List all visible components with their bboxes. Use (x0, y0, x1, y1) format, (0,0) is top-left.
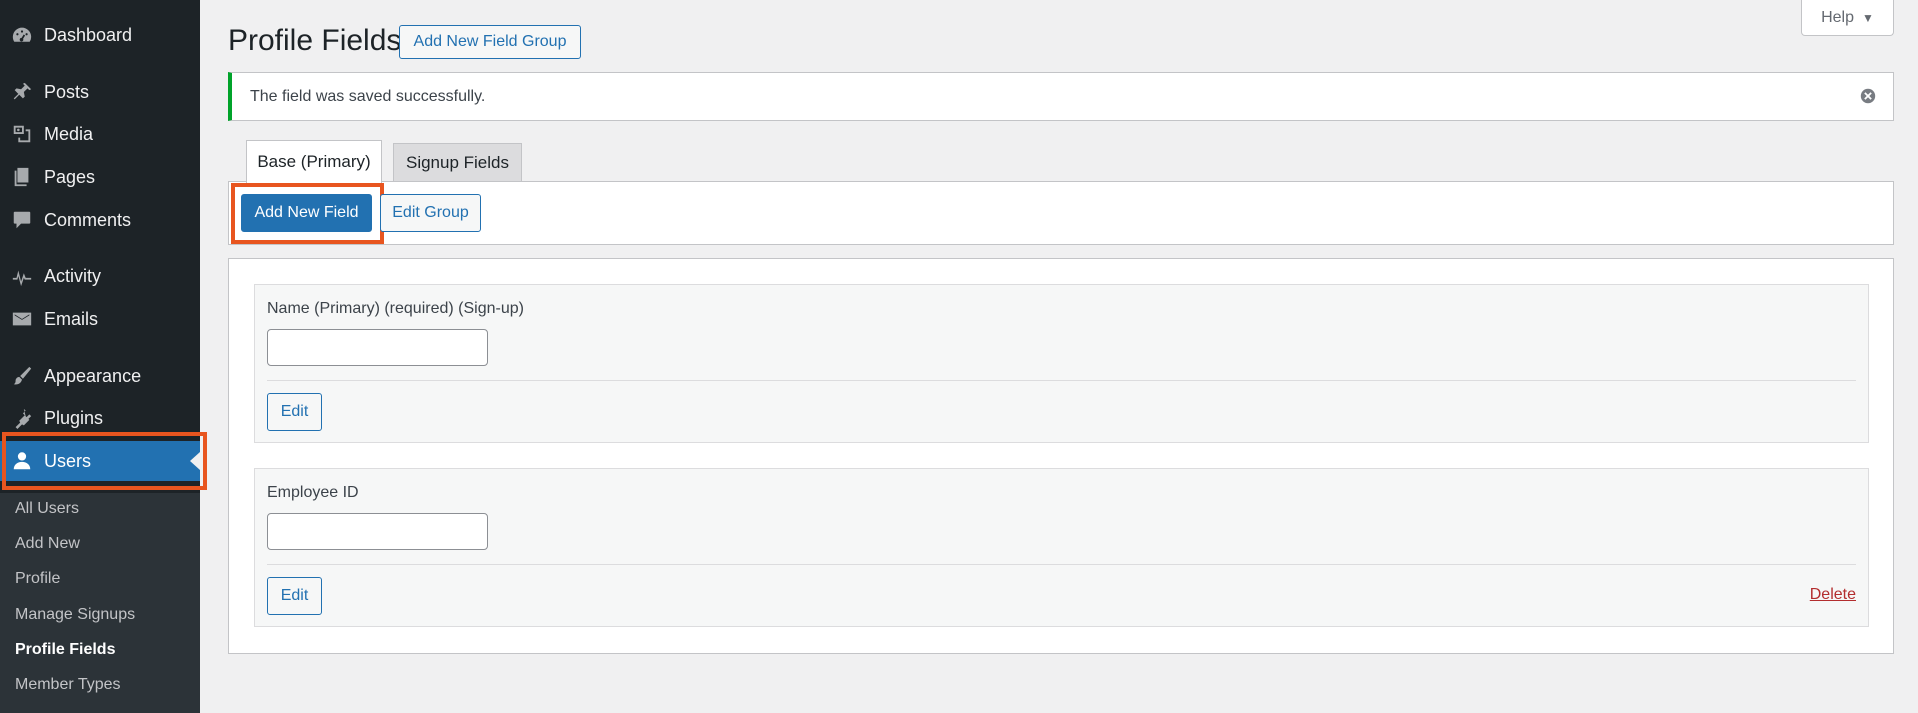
admin-sidebar: Dashboard Posts Media Pages Comments Act… (0, 0, 200, 713)
submenu-item-member-types[interactable]: Member Types (15, 676, 121, 694)
caret-down-icon: ▼ (1862, 10, 1874, 25)
add-new-field-group-button[interactable]: Add New Field Group (399, 25, 581, 59)
sidebar-item-label: Pages (44, 166, 96, 187)
sidebar-item-posts[interactable]: Posts (0, 72, 200, 112)
sidebar-item-media[interactable]: Media (0, 114, 200, 154)
submenu-item-manage-signups[interactable]: Manage Signups (15, 606, 135, 624)
field-divider (267, 380, 1856, 381)
pushpin-icon (10, 80, 34, 104)
tab-base-primary[interactable]: Base (Primary) (246, 140, 382, 183)
sidebar-item-label: Activity (44, 265, 102, 286)
tab-label: Base (Primary) (257, 152, 371, 171)
success-notice: The field was saved successfully. (228, 72, 1894, 121)
field-label: Employee ID (267, 484, 359, 501)
notice-message: The field was saved successfully. (250, 87, 486, 105)
delete-employee-id-link[interactable]: Delete (1810, 586, 1856, 604)
sidebar-item-pages[interactable]: Pages (0, 157, 200, 197)
name-field-input[interactable] (267, 329, 488, 366)
page-title: Profile Fields (228, 24, 402, 57)
sidebar-item-activity[interactable]: Activity (0, 256, 200, 296)
dismiss-icon[interactable] (1859, 87, 1877, 105)
user-icon (10, 449, 34, 473)
edit-group-button[interactable]: Edit Group (380, 194, 481, 232)
sidebar-item-label: Comments (44, 209, 132, 230)
email-icon (10, 307, 34, 331)
submenu-item-all-users[interactable]: All Users (15, 500, 79, 518)
sidebar-item-label: Appearance (44, 365, 142, 386)
add-new-field-button[interactable]: Add New Field (241, 194, 372, 232)
activity-icon (10, 264, 34, 288)
users-submenu: All Users Add New Profile Manage Signups… (0, 493, 200, 713)
edit-employee-id-button[interactable]: Edit (267, 577, 322, 615)
brush-icon (10, 364, 34, 388)
help-label: Help (1821, 8, 1854, 26)
sidebar-item-label: Users (44, 450, 92, 471)
sidebar-item-label: Posts (44, 81, 90, 102)
sidebar-item-users[interactable]: Users (0, 441, 200, 481)
dashboard-icon (10, 23, 34, 47)
field-label: Name (Primary) (required) (Sign-up) (267, 300, 524, 317)
sidebar-item-label: Media (44, 123, 94, 144)
sidebar-item-label: Plugins (44, 407, 104, 428)
tab-label: Signup Fields (405, 153, 509, 172)
sidebar-item-comments[interactable]: Comments (0, 200, 200, 240)
pages-icon (10, 165, 34, 189)
sidebar-item-appearance[interactable]: Appearance (0, 356, 200, 396)
field-divider (267, 564, 1856, 565)
comment-icon (10, 208, 34, 232)
tab-signup-fields[interactable]: Signup Fields (393, 143, 522, 182)
plugin-icon (10, 406, 34, 430)
help-button[interactable]: Help ▼ (1801, 0, 1894, 36)
submenu-item-profile[interactable]: Profile (15, 570, 60, 588)
sidebar-item-label: Emails (44, 308, 99, 329)
employee-id-field-input[interactable] (267, 513, 488, 550)
submenu-item-add-new[interactable]: Add New (15, 535, 80, 553)
field-row-name: Name (Primary) (required) (Sign-up) Edit (254, 284, 1869, 443)
sidebar-item-plugins[interactable]: Plugins (0, 398, 200, 438)
media-icon (10, 122, 34, 146)
submenu-item-profile-fields[interactable]: Profile Fields (15, 641, 115, 659)
sidebar-item-label: Dashboard (44, 24, 133, 45)
sidebar-item-dashboard[interactable]: Dashboard (0, 15, 200, 55)
edit-name-field-button[interactable]: Edit (267, 393, 322, 431)
field-row-employee-id: Employee ID Edit Delete (254, 468, 1869, 627)
sidebar-item-emails[interactable]: Emails (0, 299, 200, 339)
